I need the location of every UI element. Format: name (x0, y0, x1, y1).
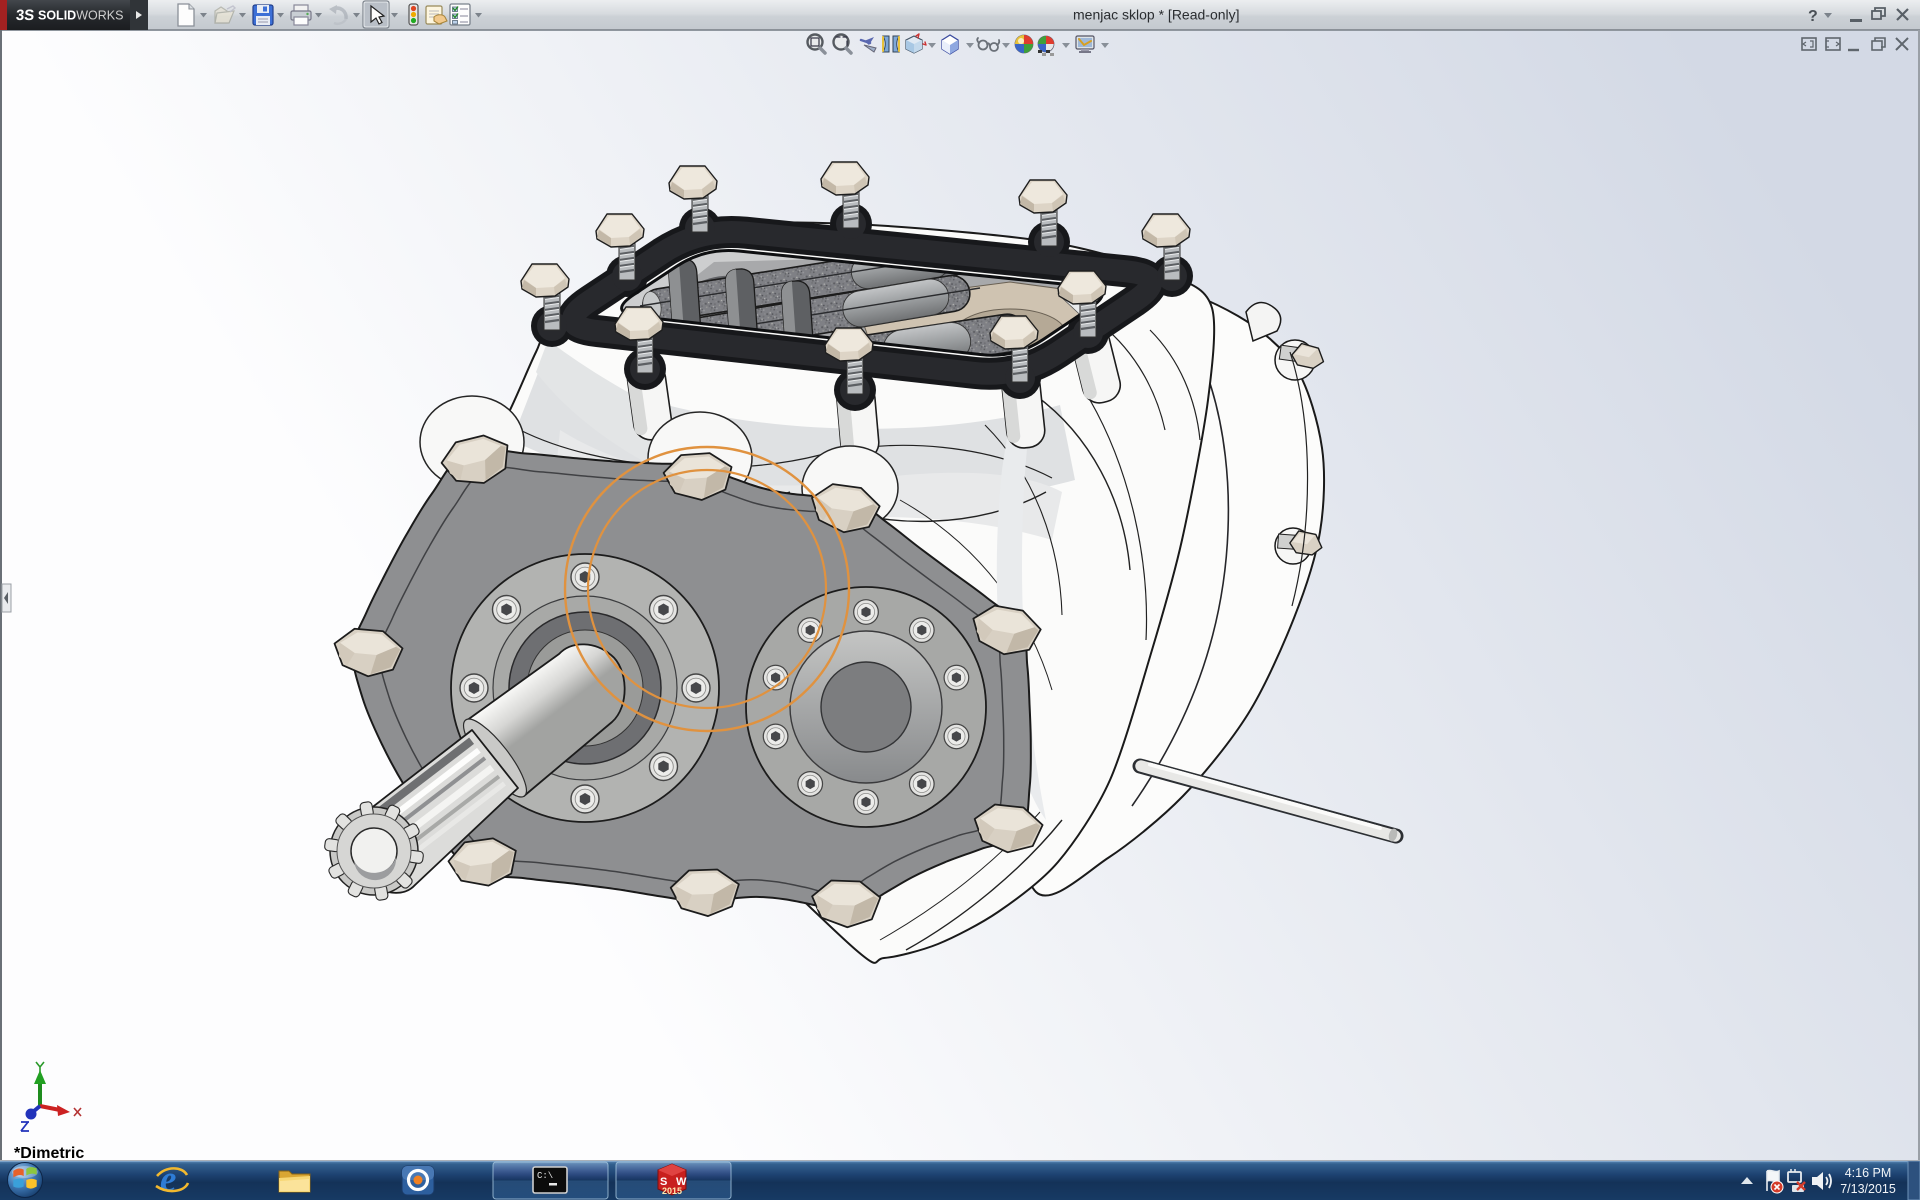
svg-text:7/13/2015: 7/13/2015 (1840, 1182, 1896, 1196)
svg-text:SOLIDWORKS: SOLIDWORKS (38, 9, 123, 23)
svg-text:3S: 3S (15, 7, 35, 24)
svg-text:?: ? (1808, 8, 1818, 25)
svg-text:e: e (160, 1161, 176, 1200)
svg-text:C:\: C:\ (537, 1171, 553, 1181)
svg-text:2015: 2015 (662, 1186, 682, 1196)
svg-text:4:16 PM: 4:16 PM (1845, 1166, 1892, 1180)
svg-text:*Dimetric: *Dimetric (14, 1145, 84, 1162)
svg-text:menjac sklop * [Read-only]: menjac sklop * [Read-only] (1073, 7, 1240, 23)
